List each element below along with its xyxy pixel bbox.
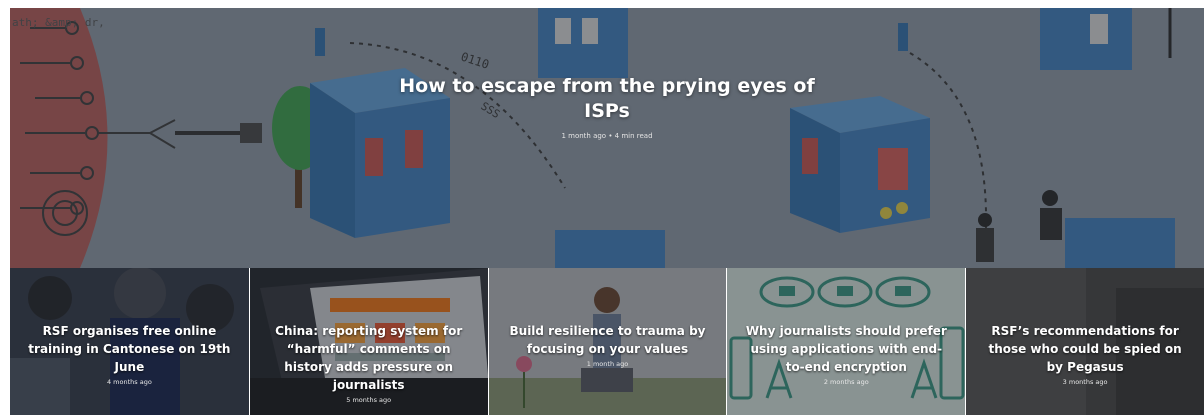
card-overlay	[488, 268, 727, 415]
card-overlay	[10, 268, 249, 415]
card-overlay	[249, 268, 488, 415]
article-cards: RSF organises free online training in Ca…	[10, 268, 1204, 415]
article-card-5[interactable]: RSF’s recommendations for those who coul…	[965, 268, 1204, 415]
page: ath; &amp; dr, 0110 SSS How to escape fr…	[0, 0, 1204, 415]
article-card-3[interactable]: Build resilience to trauma by focusing o…	[487, 268, 727, 415]
card-overlay	[966, 268, 1204, 415]
hero-overlay	[10, 8, 1204, 268]
article-card-2[interactable]: China: reporting system for “harmful” co…	[248, 268, 488, 415]
card-overlay	[727, 268, 966, 415]
article-card-1[interactable]: RSF organises free online training in Ca…	[10, 268, 249, 415]
featured-article[interactable]: ath; &amp; dr, 0110 SSS How to escape fr…	[10, 8, 1204, 268]
article-card-4[interactable]: Why journalists should prefer using appl…	[726, 268, 966, 415]
